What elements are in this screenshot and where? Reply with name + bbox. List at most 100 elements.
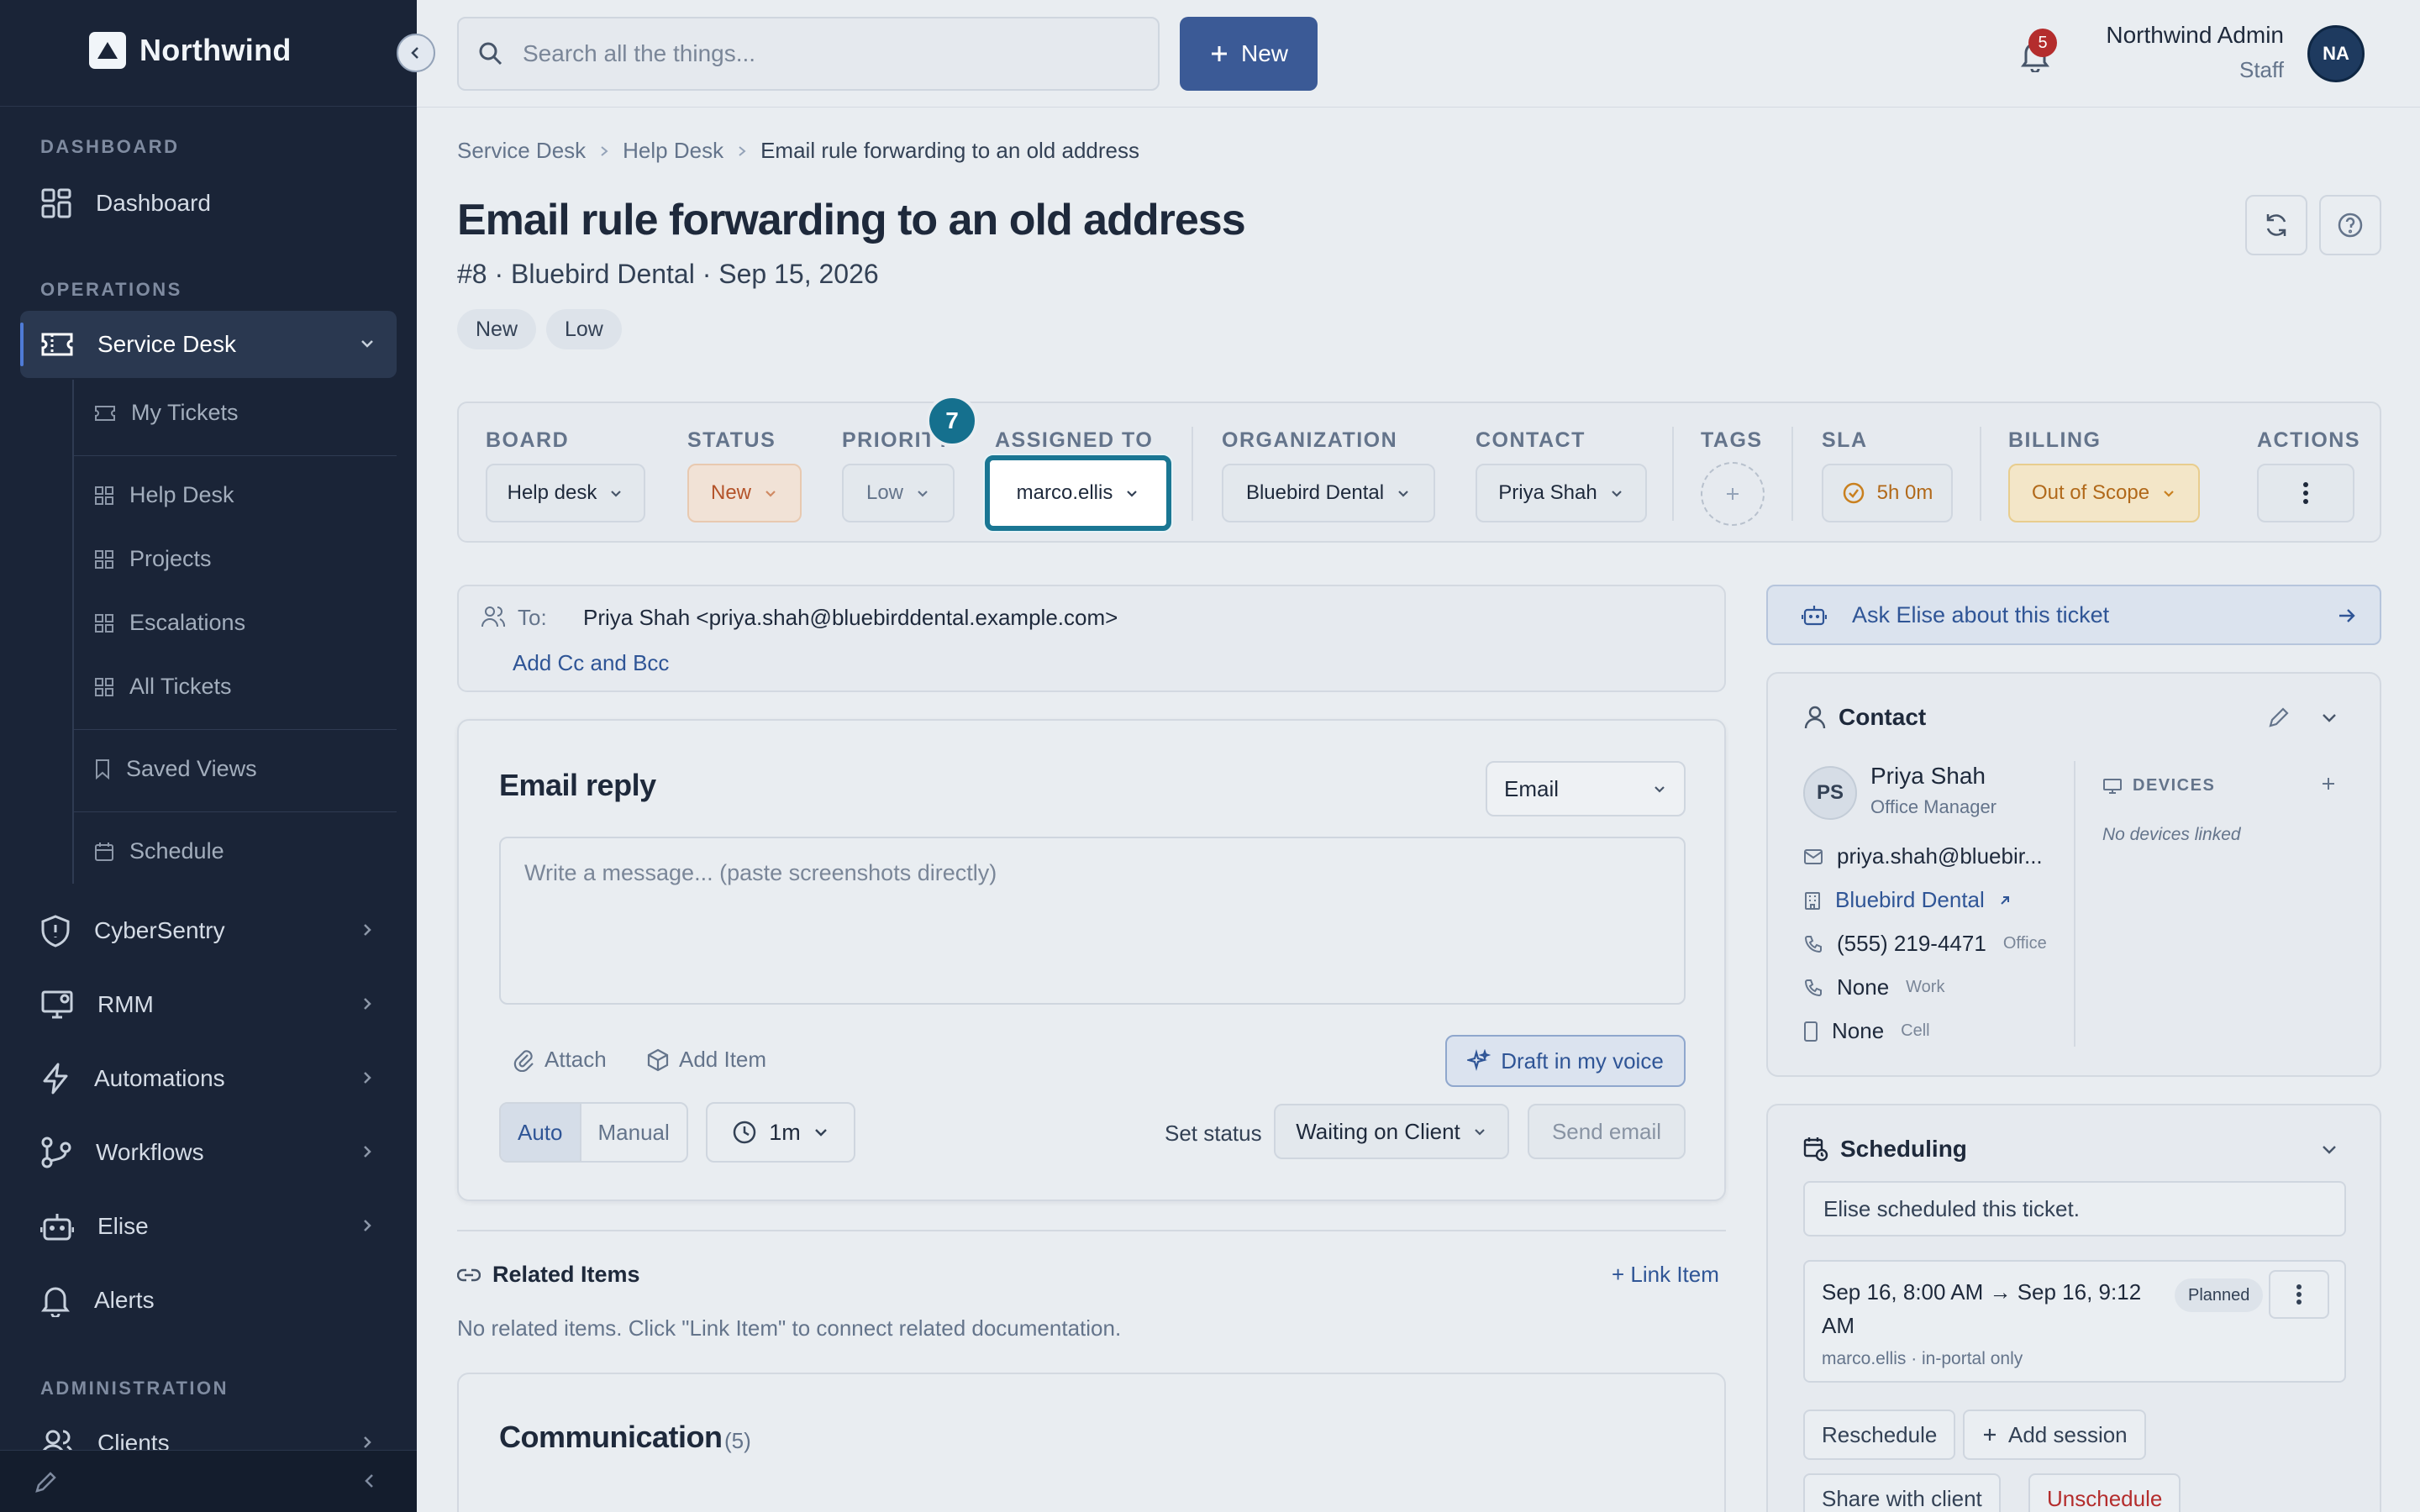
board-select[interactable]: Help desk [486, 464, 645, 522]
add-tag-button[interactable] [1701, 462, 1765, 526]
contact-select[interactable]: Priya Shah [1476, 464, 1647, 522]
sidebar-item-service-desk[interactable]: Service Desk [20, 311, 397, 378]
help-button[interactable] [2319, 195, 2381, 255]
phone-cell-tag: Cell [1901, 1021, 1930, 1040]
communication-count: (5) [724, 1428, 751, 1453]
sidebar-subitem-escalations[interactable]: Escalations [94, 610, 245, 636]
box-icon [647, 1048, 669, 1072]
sidebar-item-workflows[interactable]: Workflows [20, 1119, 397, 1186]
sidebar-item-automations[interactable]: Automations [20, 1045, 397, 1112]
search-input[interactable] [523, 40, 1111, 67]
sidebar-item-elise[interactable]: Elise [20, 1193, 397, 1260]
related-items-empty: No related items. Click "Link Item" to c… [457, 1315, 1122, 1341]
sidebar-subitem-label: My Tickets [131, 400, 239, 425]
session-status-badge: Planned [2175, 1278, 2264, 1312]
sidebar-subitem-help-desk[interactable]: Help Desk [94, 482, 234, 508]
sla-value: 5h 0m [1876, 481, 1933, 504]
pencil-icon[interactable] [34, 1469, 59, 1494]
more-vertical-icon [2296, 1284, 2302, 1305]
chevron-down-icon[interactable] [2319, 707, 2339, 727]
share-with-client-button[interactable]: Share with client [1803, 1473, 2001, 1512]
ask-elise-button[interactable]: Ask Elise about this ticket [1766, 585, 2381, 645]
calendar-clock-icon [1803, 1137, 1828, 1162]
set-status-label: Set status [1165, 1121, 1262, 1146]
assigned-to-label: ASSIGNED TO [995, 428, 1154, 452]
chevron-down-icon[interactable] [358, 334, 376, 353]
sidebar-subitem-all-tickets[interactable]: All Tickets [94, 674, 232, 700]
sidebar-item-dashboard[interactable]: Dashboard [20, 170, 397, 237]
chevron-right-icon[interactable] [358, 1216, 376, 1235]
sub-divider [74, 811, 397, 812]
sidebar-subitem-saved-views[interactable]: Saved Views [94, 756, 257, 782]
session-menu-button[interactable] [2269, 1270, 2329, 1319]
breadcrumb-item-service-desk[interactable]: Service Desk [457, 138, 586, 164]
add-session-button[interactable]: Add session [1963, 1410, 2146, 1460]
contact-phone-cell-row: None Cell [1803, 1018, 1930, 1044]
link-item-button[interactable]: + Link Item [1612, 1262, 1719, 1288]
chevron-right-icon[interactable] [358, 1068, 376, 1087]
sidebar-collapse-button[interactable] [397, 34, 435, 72]
organization-label: ORGANIZATION [1222, 428, 1398, 452]
related-items-header: Related Items [457, 1262, 640, 1288]
assigned-to-select[interactable]: marco.ellis [985, 455, 1171, 531]
sidebar-item-cybersentry[interactable]: CyberSentry [20, 897, 397, 964]
brand[interactable]: Northwind [89, 32, 292, 69]
add-item-button[interactable]: Add Item [647, 1047, 766, 1073]
message-input[interactable] [499, 837, 1686, 1005]
chevron-right-icon[interactable] [358, 921, 376, 939]
chevron-down-icon[interactable] [2319, 1139, 2339, 1159]
contact-email: priya.shah@bluebir... [1837, 843, 2043, 869]
phone-work-tag: Work [1906, 978, 1945, 996]
sidebar-item-alerts[interactable]: Alerts [20, 1267, 397, 1334]
set-status-select[interactable]: Waiting on Client [1274, 1104, 1509, 1159]
status-select[interactable]: New [687, 464, 802, 522]
sidebar-item-rmm[interactable]: RMM [20, 971, 397, 1038]
sla-timer[interactable]: 5h 0m [1822, 464, 1953, 522]
sidebar-item-label: CyberSentry [94, 917, 225, 943]
edit-pencil-icon[interactable] [2267, 706, 2291, 729]
contact-card-title: Contact [1839, 704, 1927, 730]
billing-select[interactable]: Out of Scope [2008, 464, 2200, 522]
chevron-left-icon[interactable] [360, 1471, 380, 1491]
more-vertical-icon [2302, 481, 2309, 505]
sidebar-subitem-label: Projects [129, 546, 212, 571]
chevron-right-icon[interactable] [358, 995, 376, 1013]
grid-icon [94, 677, 114, 697]
shield-icon [40, 914, 71, 948]
chevron-down-icon [813, 1124, 829, 1141]
reply-channel-select[interactable]: Email [1486, 761, 1686, 816]
time-entry-select[interactable]: 1m [706, 1102, 855, 1163]
search-box[interactable] [457, 17, 1160, 91]
breadcrumb-item-help-desk[interactable]: Help Desk [623, 138, 723, 164]
chevron-down-icon [763, 486, 778, 501]
reschedule-button[interactable]: Reschedule [1803, 1410, 1956, 1460]
send-email-button[interactable]: Send email [1528, 1104, 1686, 1159]
draft-in-my-voice-button[interactable]: Draft in my voice [1445, 1035, 1686, 1087]
user-icon [1803, 705, 1827, 730]
priority-select[interactable]: Low [842, 464, 955, 522]
user-avatar[interactable]: NA [2307, 25, 2365, 82]
to-recipient[interactable]: Priya Shah <priya.shah@bluebirddental.ex… [583, 605, 1118, 631]
actions-menu-button[interactable] [2257, 464, 2354, 522]
sidebar-subitem-my-tickets[interactable]: My Tickets [94, 400, 239, 426]
contact-phone-office: (555) 219-4471 [1837, 931, 1986, 956]
organization-select[interactable]: Bluebird Dental [1222, 464, 1435, 522]
contact-org-row[interactable]: Bluebird Dental [1803, 887, 2012, 913]
notification-count-badge: 5 [2028, 29, 2057, 57]
mode-auto-button[interactable]: Auto [501, 1104, 581, 1161]
unschedule-button[interactable]: Unschedule [2028, 1473, 2181, 1512]
contact-email-row[interactable]: priya.shah@bluebir... [1803, 843, 2043, 869]
board-value: Help desk [507, 481, 597, 504]
add-cc-bcc-link[interactable]: Add Cc and Bcc [513, 650, 669, 676]
sidebar-subitem-schedule[interactable]: Schedule [94, 838, 224, 864]
attach-button[interactable]: Attach [513, 1047, 607, 1073]
add-device-plus-icon[interactable] [2319, 774, 2338, 793]
sidebar-subitem-projects[interactable]: Projects [94, 546, 212, 572]
chevron-right-icon[interactable] [358, 1433, 376, 1452]
sidebar-subitem-label: Saved Views [126, 756, 257, 781]
contact-phone-office-row[interactable]: (555) 219-4471 Office [1803, 931, 2047, 957]
chevron-right-icon[interactable] [358, 1142, 376, 1161]
mode-manual-button[interactable]: Manual [581, 1104, 687, 1161]
new-button[interactable]: New [1180, 17, 1318, 91]
refresh-button[interactable] [2245, 195, 2307, 255]
